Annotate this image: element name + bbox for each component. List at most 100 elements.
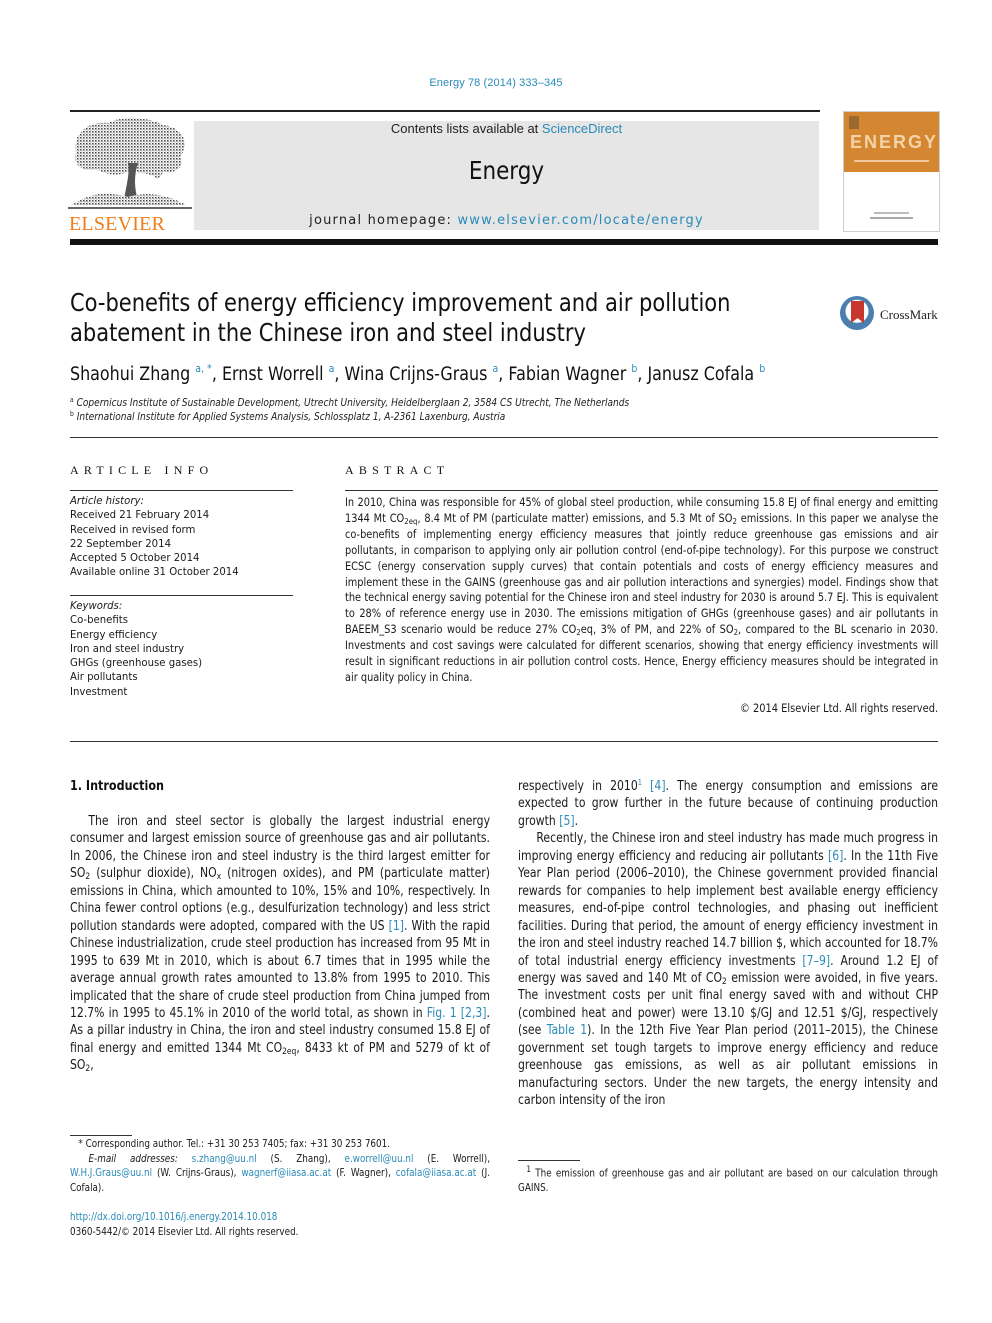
text-run: , xyxy=(90,1058,94,1074)
history-entry: 22 September 2014 xyxy=(70,536,172,550)
copyright-text: © 2014 Elsevier Ltd. All rights reserved… xyxy=(739,702,938,715)
sciencedirect-link[interactable]: ScienceDirect xyxy=(542,121,622,136)
email-owner: (F. Wagner), xyxy=(331,1167,396,1179)
article-info-rule xyxy=(70,490,293,491)
journal-homepage-link[interactable]: www.elsevier.com/locate/energy xyxy=(457,213,703,228)
homepage-prefix: journal homepage: xyxy=(309,213,458,228)
article-info-heading: ARTICLE INFO xyxy=(70,463,214,477)
email-label: E-mail addresses: xyxy=(88,1152,192,1165)
issn-line: 0360-5442/© 2014 Elsevier Ltd. All right… xyxy=(70,1226,299,1238)
author-name[interactable]: Janusz Cofala xyxy=(647,364,754,385)
subscript: 2eq xyxy=(404,516,418,526)
keyword: Air pollutants xyxy=(70,670,138,684)
cover-subtitle-line xyxy=(854,160,929,162)
abstract-heading: ABSTRACT xyxy=(345,463,450,477)
email-owner: (W. Crijns-Graus), xyxy=(152,1167,242,1179)
affiliation: b International Institute for Applied Sy… xyxy=(70,410,505,423)
header-rule xyxy=(70,110,820,112)
affiliation-text: Copernicus Institute of Sustainable Deve… xyxy=(76,397,630,409)
citation-link[interactable]: [1] xyxy=(389,919,404,934)
abstract-rule xyxy=(345,490,938,491)
abstract-segment: , 8.4 Mt of PM (particulate matter) emis… xyxy=(417,511,733,525)
article-title-line: Co-benefits of energy efficiency improve… xyxy=(70,288,731,317)
keyword: GHGs (greenhouse gases) xyxy=(70,656,203,670)
email-owner: (S. Zhang), xyxy=(256,1152,345,1165)
footnote-link[interactable]: 1 xyxy=(638,778,642,787)
footnote-rule xyxy=(70,1135,132,1136)
corresponding-line: * Corresponding author. Tel.: +31 30 253… xyxy=(78,1138,391,1150)
footnote-rule xyxy=(518,1160,580,1161)
cover-emblem-icon xyxy=(849,116,859,129)
journal-homepage-line: journal homepage: www.elsevier.com/locat… xyxy=(194,213,819,228)
author-name[interactable]: Shaohui Zhang xyxy=(70,364,190,385)
paragraph: Recently, the Chinese iron and steel ind… xyxy=(518,830,938,1109)
article-history: Article history: Received 21 February 20… xyxy=(70,494,291,580)
article-title-line: abatement in the Chinese iron and steel … xyxy=(70,318,586,347)
citation-link[interactable]: [6] xyxy=(828,849,843,864)
history-entry: Received 21 February 2014 xyxy=(70,508,210,522)
keyword: Co-benefits xyxy=(70,613,129,627)
text-run: . xyxy=(574,813,579,829)
citation-link[interactable]: [5] xyxy=(559,814,574,829)
header-thick-rule xyxy=(70,239,938,245)
crossmark-badge[interactable]: CrossMark xyxy=(840,295,940,335)
corresponding-author-footnote: * Corresponding author. Tel.: +31 30 253… xyxy=(70,1137,490,1195)
cover-publisher-line xyxy=(874,212,909,214)
keywords-label: Keywords: xyxy=(70,599,123,612)
crossmark-label: CrossMark xyxy=(880,307,938,322)
citation-link[interactable]: [2,3] xyxy=(461,1006,487,1021)
journal-name: Energy xyxy=(468,156,545,185)
article-history-label: Article history: xyxy=(70,494,144,507)
article-info-rule xyxy=(70,595,293,596)
figure-link[interactable]: Fig. 1 xyxy=(427,1006,457,1021)
affiliation-text: International Institute for Applied Syst… xyxy=(76,411,506,423)
section-heading: 1. Introduction xyxy=(70,779,164,794)
email-link[interactable]: cofala@iiasa.ac.at xyxy=(396,1167,476,1179)
contents-prefix: Contents lists available at xyxy=(390,121,542,136)
history-entry: Received in revised form xyxy=(70,522,196,536)
email-link[interactable]: W.H.J.Graus@uu.nl xyxy=(70,1167,152,1179)
abstract-segment: eq, 3% of PM, and 22% of SO xyxy=(580,623,734,637)
cover-title: ENERGY xyxy=(850,132,939,152)
journal-citation-link[interactable]: Energy 78 (2014) 333–345 xyxy=(0,77,992,89)
text-run: . In the 11th Five Year Plan period (200… xyxy=(518,848,939,969)
keyword: Investment xyxy=(70,684,128,698)
keyword: Iron and steel industry xyxy=(70,641,185,655)
footnote-text: The emission of greenhouse gas and air p… xyxy=(518,1167,938,1195)
journal-cover-thumbnail[interactable]: ENERGY xyxy=(843,111,940,232)
author-affiliation-link[interactable]: a xyxy=(493,362,499,375)
affiliation-key: a xyxy=(70,396,74,404)
email-owner: (E. Worrell), xyxy=(413,1152,490,1165)
abstract-text: In 2010, China was responsible for 45% o… xyxy=(345,495,938,686)
citation-link[interactable]: [4] xyxy=(650,779,665,794)
email-line: E-mail addresses: s.zhang@uu.nl (S. Zhan… xyxy=(70,1152,490,1196)
affiliation: a Copernicus Institute of Sustainable De… xyxy=(70,396,629,409)
author-name[interactable]: Wina Crijns-Graus xyxy=(345,364,488,385)
author-name[interactable]: Fabian Wagner xyxy=(508,364,626,385)
history-entry: Accepted 5 October 2014 xyxy=(70,551,200,565)
author-affiliation-link[interactable]: b xyxy=(631,362,637,375)
table-link[interactable]: Table 1 xyxy=(547,1023,587,1038)
doi-link[interactable]: http://dx.doi.org/10.1016/j.energy.2014.… xyxy=(70,1211,277,1223)
cover-publisher-line xyxy=(870,217,913,219)
footnote-1: 1 The emission of greenhouse gas and air… xyxy=(518,1163,938,1196)
paragraph: respectively in 20101 [4]. The energy co… xyxy=(518,778,938,830)
contents-line: Contents lists available at ScienceDirec… xyxy=(194,121,819,136)
doi-block: http://dx.doi.org/10.1016/j.energy.2014.… xyxy=(70,1210,490,1240)
author-affiliation-link[interactable]: a, * xyxy=(195,362,212,375)
author-affiliation-link[interactable]: a xyxy=(329,362,335,375)
paragraph: The iron and steel sector is globally th… xyxy=(70,813,490,1075)
body-column-right: respectively in 20101 [4]. The energy co… xyxy=(518,778,938,1110)
email-link[interactable]: s.zhang@uu.nl xyxy=(192,1153,257,1165)
author-name[interactable]: Ernst Worrell xyxy=(222,364,324,385)
email-link[interactable]: wagnerf@iiasa.ac.at xyxy=(241,1167,331,1179)
author-affiliation-link[interactable]: b xyxy=(759,362,765,375)
citation-link[interactable]: [7–9] xyxy=(802,954,830,969)
section-rule xyxy=(70,741,938,742)
body-column-left: The iron and steel sector is globally th… xyxy=(70,813,490,1075)
abstract-segment: emissions. In this paper we analyse the … xyxy=(345,511,939,637)
email-link[interactable]: e.worrell@uu.nl xyxy=(345,1153,414,1165)
article-title: Co-benefits of energy efficiency improve… xyxy=(70,288,809,348)
history-entry: Available online 31 October 2014 xyxy=(70,565,239,579)
text-run: (sulphur dioxide), NO xyxy=(90,866,217,882)
